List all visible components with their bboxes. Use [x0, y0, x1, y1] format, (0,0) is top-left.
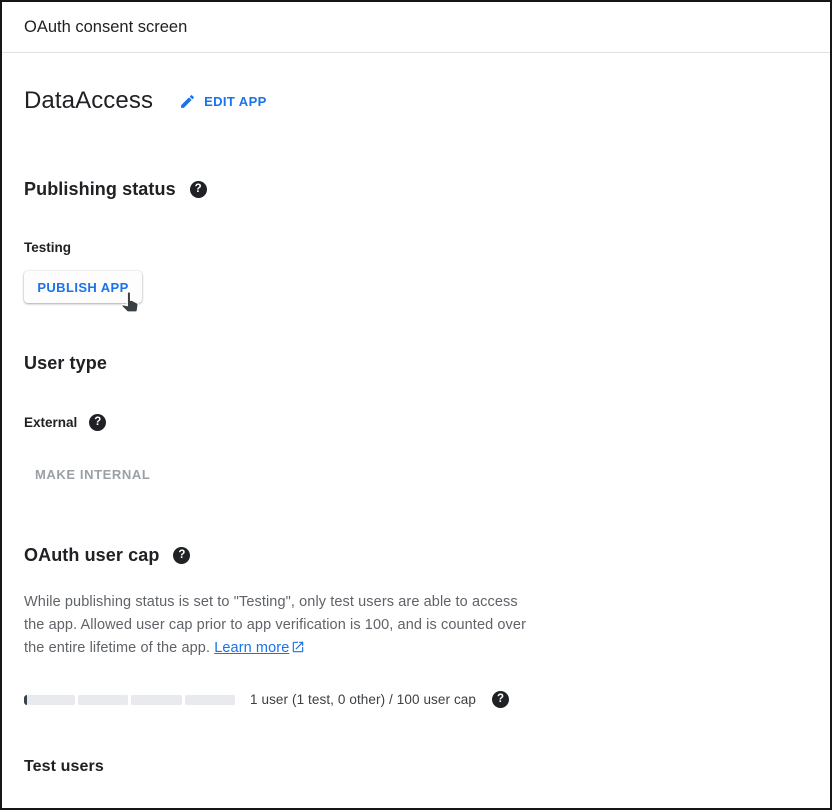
progress-segment [78, 695, 129, 705]
external-label: External [24, 415, 77, 430]
user-type-title: User type [24, 353, 107, 374]
page-title: OAuth consent screen [24, 18, 187, 37]
page-content: DataAccess EDIT APP Publishing status ? … [2, 87, 830, 776]
user-type-value: External ? [24, 414, 808, 431]
user-cap-progress-bar [24, 695, 235, 705]
help-icon[interactable]: ? [173, 547, 190, 564]
app-name: DataAccess [24, 87, 153, 115]
progress-segment [185, 695, 236, 705]
user-type-heading: User type [24, 353, 808, 374]
oauth-user-cap-title: OAuth user cap [24, 545, 159, 566]
page-header: OAuth consent screen [2, 2, 830, 53]
publish-app-button[interactable]: PUBLISH APP [24, 271, 142, 303]
open-in-new-icon [291, 640, 305, 654]
app-row: DataAccess EDIT APP [24, 87, 808, 115]
test-users-title: Test users [24, 758, 104, 776]
help-icon[interactable]: ? [492, 691, 509, 708]
description-line-1: While publishing status is set to "Testi… [24, 591, 808, 614]
user-cap-usage-row: 1 user (1 test, 0 other) / 100 user cap … [24, 691, 808, 708]
help-icon[interactable]: ? [190, 181, 207, 198]
description-line-3: the entire lifetime of the app. Learn mo… [24, 637, 808, 660]
progress-segment [131, 695, 182, 705]
user-cap-description: While publishing status is set to "Testi… [24, 591, 808, 660]
description-line-2: the app. Allowed user cap prior to app v… [24, 614, 808, 637]
oauth-consent-window: OAuth consent screen DataAccess EDIT APP… [0, 0, 832, 810]
pencil-icon [179, 93, 196, 110]
description-line-3-text: the entire lifetime of the app. [24, 640, 210, 656]
publishing-status-title: Publishing status [24, 179, 176, 200]
oauth-user-cap-heading: OAuth user cap ? [24, 545, 808, 566]
edit-app-label: EDIT APP [204, 94, 267, 109]
publishing-status-value: Testing [24, 240, 808, 255]
progress-fill [24, 695, 27, 705]
status-testing-label: Testing [24, 240, 71, 255]
publishing-status-heading: Publishing status ? [24, 179, 808, 200]
usage-text: 1 user (1 test, 0 other) / 100 user cap [250, 692, 476, 707]
learn-more-link[interactable]: Learn more [214, 637, 289, 660]
test-users-heading: Test users [24, 758, 808, 776]
learn-more-label: Learn more [214, 637, 289, 660]
publish-app-area: PUBLISH APP [24, 271, 142, 303]
edit-app-button[interactable]: EDIT APP [179, 93, 267, 110]
progress-segment [24, 695, 75, 705]
make-internal-button[interactable]: MAKE INTERNAL [35, 467, 150, 482]
help-icon[interactable]: ? [89, 414, 106, 431]
